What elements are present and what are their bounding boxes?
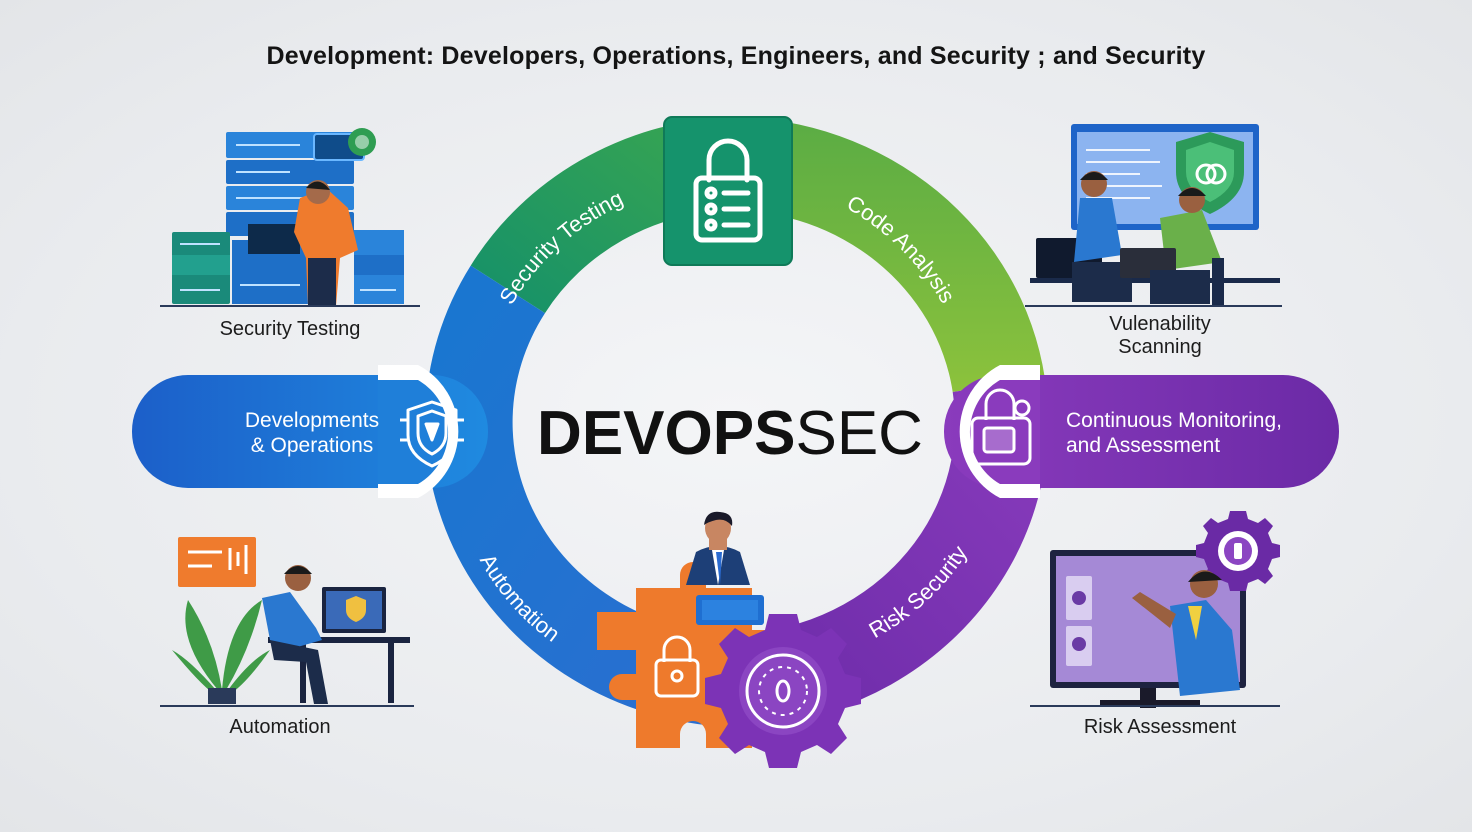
caption-risk-assessment: Risk Assessment	[1083, 716, 1237, 738]
pill-left-line2: & Operations	[250, 434, 374, 457]
infographic-canvas: Development: Developers, Operations, Eng…	[0, 0, 1472, 832]
center-title: DEVOPSSEC	[520, 396, 940, 472]
pill-left-label: Developments & Operations	[226, 408, 398, 458]
vulnerability-scanning-illustration	[1025, 124, 1282, 307]
pill-right-line2: and Assessment	[1066, 434, 1221, 457]
automation-illustration	[160, 537, 414, 707]
caption-vulnerability-line1: Vulenability	[1109, 313, 1211, 335]
center-title-sec: SEC	[795, 399, 923, 468]
center-title-devops: DEVOPS	[537, 399, 796, 468]
lock-tile	[663, 116, 793, 266]
risk-assessment-illustration	[1030, 511, 1280, 708]
caption-automation: Automation	[229, 716, 331, 738]
pill-right-label: Continuous Monitoring, and Assessment	[1066, 408, 1328, 458]
gear-icon	[705, 614, 861, 768]
caption-vulnerability-line2: Scanning	[1118, 336, 1202, 358]
pill-left-line1: Developments	[244, 409, 380, 432]
caption-security-testing: Security Testing	[219, 318, 361, 340]
caption-vulnerability-scanning: Vulenability Scanning	[1040, 313, 1280, 359]
presenter-person-illustration	[686, 511, 764, 625]
servers-illustration	[160, 128, 420, 307]
pill-right-line1: Continuous Monitoring,	[1066, 409, 1282, 432]
